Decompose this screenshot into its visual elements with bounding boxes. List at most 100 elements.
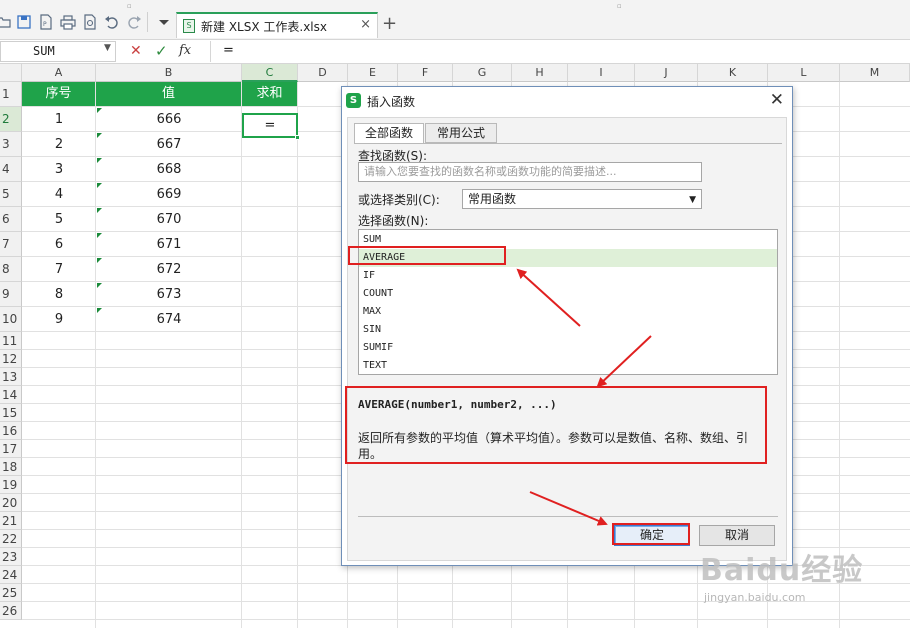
row-header-6[interactable]: 6 <box>0 207 22 232</box>
cell-a[interactable]: 8 <box>22 282 96 307</box>
row-header-18[interactable]: 18 <box>0 458 22 476</box>
row-header-17[interactable]: 17 <box>0 440 22 458</box>
cell-a[interactable]: 3 <box>22 157 96 182</box>
row-header-8[interactable]: 8 <box>0 257 22 282</box>
row-header-12[interactable]: 12 <box>0 350 22 368</box>
top-handle-mark: ▫ <box>617 2 622 10</box>
tab-common-formulas[interactable]: 常用公式 <box>425 123 497 143</box>
search-input[interactable]: 请输入您要查找的函数名称或函数功能的简要描述... <box>358 162 702 182</box>
row-header-9[interactable]: 9 <box>0 282 22 307</box>
column-header-f[interactable]: F <box>398 64 453 82</box>
name-box[interactable]: SUM <box>0 41 116 62</box>
cell-b[interactable]: 670 <box>96 207 242 232</box>
redo-icon[interactable] <box>126 14 142 30</box>
row-header-7[interactable]: 7 <box>0 232 22 257</box>
row-header-23[interactable]: 23 <box>0 548 22 566</box>
formula-input[interactable]: = <box>210 41 910 62</box>
confirm-edit-icon[interactable]: ✓ <box>155 42 168 60</box>
text-number-indicator <box>97 258 102 263</box>
function-list-item-if[interactable]: IF <box>359 267 777 285</box>
row-header-2[interactable]: 2 <box>0 107 22 132</box>
cancel-edit-icon[interactable]: ✕ <box>130 43 142 59</box>
row-header-3[interactable]: 3 <box>0 132 22 157</box>
print-icon[interactable] <box>60 14 76 30</box>
row-header-1[interactable]: 1 <box>0 82 22 107</box>
column-header-e[interactable]: E <box>348 64 398 82</box>
row-header-4[interactable]: 4 <box>0 157 22 182</box>
cell-a[interactable]: 5 <box>22 207 96 232</box>
row-header-20[interactable]: 20 <box>0 494 22 512</box>
active-cell-c2[interactable]: = <box>242 113 298 138</box>
cell-b[interactable]: 666 <box>96 107 242 132</box>
fill-handle[interactable] <box>295 135 300 140</box>
text-number-indicator <box>97 283 102 288</box>
cell-b[interactable]: 673 <box>96 282 242 307</box>
undo-icon[interactable] <box>104 14 120 30</box>
column-header-g[interactable]: G <box>453 64 512 82</box>
row-header-19[interactable]: 19 <box>0 476 22 494</box>
open-folder-icon[interactable] <box>0 14 12 30</box>
cell-a[interactable]: 6 <box>22 232 96 257</box>
column-header-h[interactable]: H <box>512 64 568 82</box>
column-header-l[interactable]: L <box>768 64 840 82</box>
cell-a[interactable]: 4 <box>22 182 96 207</box>
row-header-13[interactable]: 13 <box>0 368 22 386</box>
cancel-button[interactable]: 取消 <box>699 525 775 546</box>
cell-a[interactable]: 1 <box>22 107 96 132</box>
column-header-m[interactable]: M <box>840 64 910 82</box>
close-icon[interactable]: ✕ <box>770 90 784 110</box>
header-cell-c[interactable]: 求和 <box>242 82 297 106</box>
row-header-21[interactable]: 21 <box>0 512 22 530</box>
row-header-15[interactable]: 15 <box>0 404 22 422</box>
function-list-item-sin[interactable]: SIN <box>359 321 777 339</box>
tab-all-functions[interactable]: 全部函数 <box>354 123 424 144</box>
function-list-item-sumif[interactable]: SUMIF <box>359 339 777 357</box>
header-cell-a[interactable]: 序号 <box>22 82 95 106</box>
cell-a[interactable]: 2 <box>22 132 96 157</box>
close-tab-icon[interactable]: × <box>360 17 371 32</box>
column-header-i[interactable]: I <box>568 64 635 82</box>
column-header-k[interactable]: K <box>698 64 768 82</box>
new-tab-icon[interactable]: + <box>382 13 397 34</box>
column-header-d[interactable]: D <box>298 64 348 82</box>
highlight-box-average <box>348 246 506 265</box>
select-all-corner[interactable] <box>0 64 22 82</box>
cell-b[interactable]: 668 <box>96 157 242 182</box>
cell-b[interactable]: 672 <box>96 257 242 282</box>
text-number-indicator <box>97 233 102 238</box>
chevron-down-icon[interactable]: ▼ <box>104 43 111 53</box>
save-icon[interactable] <box>16 14 32 30</box>
row-header-10[interactable]: 10 <box>0 307 22 332</box>
row-header-26[interactable]: 26 <box>0 602 22 620</box>
column-header-b[interactable]: B <box>96 64 242 82</box>
function-list-item-count[interactable]: COUNT <box>359 285 777 303</box>
row-header-22[interactable]: 22 <box>0 530 22 548</box>
column-header-j[interactable]: J <box>635 64 698 82</box>
dialog-divider <box>358 516 778 517</box>
dialog-title: 插入函数 <box>367 95 416 109</box>
cell-b[interactable]: 669 <box>96 182 242 207</box>
cell-b[interactable]: 674 <box>96 307 242 332</box>
document-tab[interactable]: S 新建 XLSX 工作表.xlsx × <box>176 12 378 38</box>
row-header-14[interactable]: 14 <box>0 386 22 404</box>
column-header-a[interactable]: A <box>22 64 96 82</box>
function-list-item-max[interactable]: MAX <box>359 303 777 321</box>
row-header-25[interactable]: 25 <box>0 584 22 602</box>
row-header-24[interactable]: 24 <box>0 566 22 584</box>
header-cell-b[interactable]: 值 <box>96 82 241 106</box>
cell-b[interactable]: 667 <box>96 132 242 157</box>
print-preview-icon[interactable] <box>82 14 98 30</box>
category-select[interactable]: 常用函数 ▼ <box>462 189 702 209</box>
customize-dropdown-icon[interactable] <box>156 14 172 30</box>
dialog-title-bar[interactable]: S 插入函数 ✕ <box>342 87 792 115</box>
cell-b[interactable]: 671 <box>96 232 242 257</box>
row-header-16[interactable]: 16 <box>0 422 22 440</box>
cell-a[interactable]: 7 <box>22 257 96 282</box>
function-list-item-text[interactable]: TEXT <box>359 357 777 374</box>
column-header-c[interactable]: C <box>242 64 298 82</box>
export-pdf-icon[interactable]: P <box>38 14 54 30</box>
insert-function-icon[interactable]: fx <box>179 43 191 58</box>
row-header-5[interactable]: 5 <box>0 182 22 207</box>
cell-a[interactable]: 9 <box>22 307 96 332</box>
row-header-11[interactable]: 11 <box>0 332 22 350</box>
